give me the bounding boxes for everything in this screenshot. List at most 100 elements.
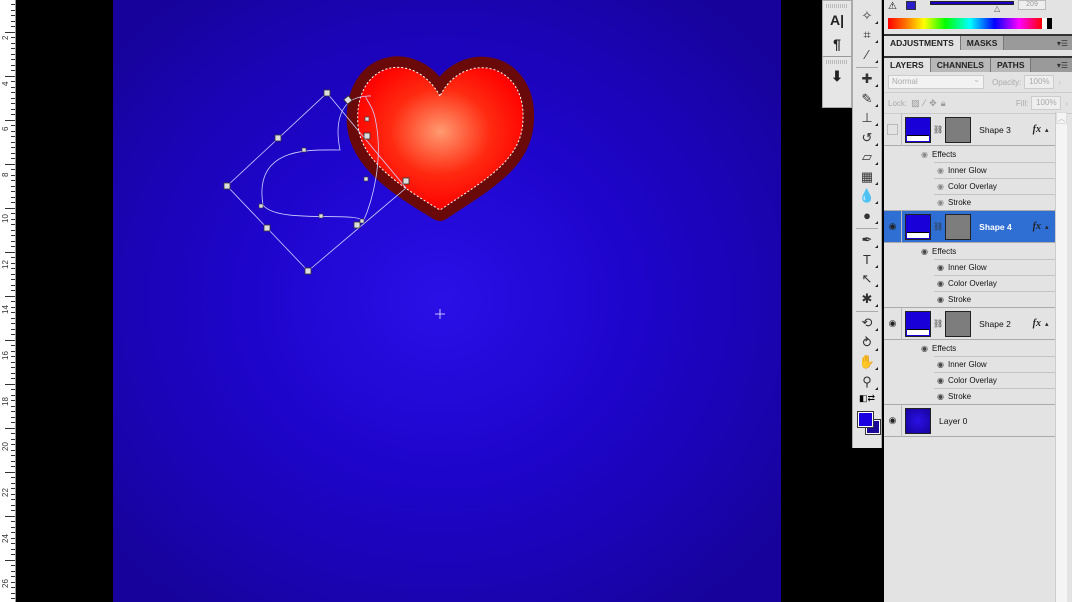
collapse-effects-icon[interactable]: ▴: [1045, 320, 1055, 328]
character-panel-icon[interactable]: A|: [823, 8, 851, 32]
fx-icon[interactable]: fx: [1033, 318, 1041, 329]
eye-icon[interactable]: ◉: [937, 295, 944, 304]
tab-paths[interactable]: PATHS: [990, 58, 1032, 72]
panel-menu-icon[interactable]: ▾☰: [1057, 61, 1068, 70]
magic-wand-tool[interactable]: ✧: [853, 6, 881, 26]
panel-menu-icon[interactable]: ▾☰: [1057, 39, 1068, 48]
visibility-toggle[interactable]: ◉: [884, 404, 902, 437]
effect-item[interactable]: ◉ Inner Glow: [884, 259, 1055, 275]
layer-thumbnail[interactable]: [905, 310, 931, 337]
collapse-effects-icon[interactable]: ▴: [1045, 223, 1055, 231]
effect-item[interactable]: ◉ Inner Glow: [884, 356, 1055, 372]
dodge-tool[interactable]: ●: [853, 206, 881, 226]
zoom-tool[interactable]: ⚲: [853, 372, 881, 392]
eyedropper-tool[interactable]: ⁄: [853, 45, 881, 65]
blur-tool[interactable]: 💧: [853, 187, 881, 207]
vector-mask-thumbnail[interactable]: [945, 310, 972, 337]
brush-tool[interactable]: ✎: [853, 89, 881, 109]
scroll-up-icon[interactable]: ︿: [1056, 112, 1067, 124]
tab-masks[interactable]: MASKS: [960, 36, 1005, 50]
collapse-effects-icon[interactable]: ▴: [1045, 126, 1055, 134]
hand-tool[interactable]: ✋: [853, 353, 881, 373]
eye-icon[interactable]: ◉: [937, 392, 944, 401]
gamut-warning-icon[interactable]: ⚠: [888, 1, 897, 12]
effects-group[interactable]: ◉ Effects: [884, 243, 1055, 259]
effects-group[interactable]: ◉ Effects: [884, 340, 1055, 356]
fill-arrow-icon[interactable]: ›: [1065, 99, 1068, 108]
lock-transparency-icon[interactable]: ▨: [911, 98, 920, 109]
color-swatch[interactable]: [906, 1, 916, 10]
opacity-arrow-icon[interactable]: ›: [1058, 78, 1061, 87]
visibility-toggle[interactable]: ◉: [884, 210, 902, 243]
gradient-tool[interactable]: ▦: [853, 167, 881, 187]
effect-item[interactable]: ◉ Stroke: [884, 388, 1055, 404]
layer-row[interactable]: ◉ ⛓ Shape 4 fx ▴: [884, 210, 1055, 243]
eye-icon[interactable]: ◉: [937, 279, 944, 288]
vector-mask-thumbnail[interactable]: [945, 213, 972, 240]
tab-channels[interactable]: CHANNELS: [930, 58, 991, 72]
color-spectrum-bar[interactable]: [888, 18, 1052, 29]
layer-row[interactable]: ⛓ Shape 3 fx ▴: [884, 113, 1055, 146]
layers-scrollbar[interactable]: ︿: [1055, 112, 1067, 602]
effect-item[interactable]: ◉ Color Overlay: [884, 178, 1055, 194]
color-slider[interactable]: [930, 1, 1014, 5]
layer-thumbnail[interactable]: [905, 213, 931, 240]
slider-thumb[interactable]: △: [994, 4, 1000, 13]
color-value-field[interactable]: 209: [1018, 0, 1046, 10]
vector-mask-thumbnail[interactable]: [945, 116, 972, 143]
lock-position-icon[interactable]: ✥: [929, 98, 937, 109]
fx-icon[interactable]: fx: [1033, 124, 1041, 135]
eye-icon[interactable]: ◉: [937, 263, 944, 272]
eye-icon[interactable]: ◉: [937, 182, 944, 191]
fx-icon[interactable]: fx: [1033, 221, 1041, 232]
tab-layers[interactable]: LAYERS: [884, 58, 931, 72]
link-icon[interactable]: ⛓: [933, 319, 943, 328]
layer-name[interactable]: Shape 4: [979, 222, 1033, 232]
3d-panel-icon[interactable]: ⬇: [823, 64, 851, 88]
custom-shape-tool[interactable]: ✱: [853, 289, 881, 309]
visibility-toggle[interactable]: [884, 113, 902, 146]
layer-row[interactable]: ◉ Layer 0: [884, 404, 1055, 437]
history-brush-tool[interactable]: ↺: [853, 128, 881, 148]
effect-item[interactable]: ◉ Stroke: [884, 291, 1055, 307]
eraser-tool[interactable]: ▱: [853, 148, 881, 168]
healing-brush-tool[interactable]: ✚: [853, 70, 881, 90]
clone-stamp-tool[interactable]: ⊥: [853, 109, 881, 129]
3d-orbit-tool[interactable]: ⥁: [853, 333, 881, 353]
vertical-ruler[interactable]: 2 4 6 8 10 12 14 16 18 20 22 24 26: [0, 0, 16, 602]
layer-name[interactable]: Shape 3: [979, 125, 1033, 135]
path-selection-tool[interactable]: ↖: [853, 270, 881, 290]
effect-item[interactable]: ◉ Color Overlay: [884, 372, 1055, 388]
effect-item[interactable]: ◉ Stroke: [884, 194, 1055, 210]
layer-thumbnail[interactable]: [905, 116, 931, 143]
eye-icon[interactable]: ◉: [921, 247, 928, 256]
layer-row[interactable]: ◉ ⛓ Shape 2 fx ▴: [884, 307, 1055, 340]
eye-icon[interactable]: ◉: [921, 344, 928, 353]
tab-adjustments[interactable]: ADJUSTMENTS: [884, 36, 961, 50]
layer-name[interactable]: Layer 0: [939, 416, 1055, 426]
link-icon[interactable]: ⛓: [933, 125, 943, 134]
lock-all-icon[interactable]: 🔒︎: [941, 98, 946, 109]
effects-group[interactable]: ◉ Effects: [884, 146, 1055, 162]
crop-tool[interactable]: ⌗: [853, 26, 881, 46]
swap-colors-icon[interactable]: ⇄: [868, 393, 876, 404]
opacity-field[interactable]: 100%: [1024, 75, 1055, 89]
default-colors-icon[interactable]: ◧: [859, 393, 868, 404]
paragraph-panel-icon[interactable]: ¶: [823, 32, 851, 56]
eye-icon[interactable]: ◉: [937, 360, 944, 369]
type-tool[interactable]: T: [853, 250, 881, 270]
visibility-toggle[interactable]: ◉: [884, 307, 902, 340]
3d-rotate-tool[interactable]: ⟲: [853, 314, 881, 334]
layer-thumbnail[interactable]: [905, 407, 931, 434]
quick-mask-icon[interactable]: ◘: [864, 446, 869, 456]
eye-icon[interactable]: ◉: [937, 198, 944, 207]
effect-item[interactable]: ◉ Color Overlay: [884, 275, 1055, 291]
lock-pixels-icon[interactable]: ⁄: [924, 98, 926, 108]
eye-icon[interactable]: ◉: [937, 376, 944, 385]
layer-name[interactable]: Shape 2: [979, 319, 1033, 329]
eye-icon[interactable]: ◉: [921, 150, 928, 159]
document-canvas[interactable]: [113, 0, 781, 602]
fill-field[interactable]: 100%: [1031, 96, 1062, 110]
pen-tool[interactable]: ✒: [853, 231, 881, 251]
link-icon[interactable]: ⛓: [933, 222, 943, 231]
